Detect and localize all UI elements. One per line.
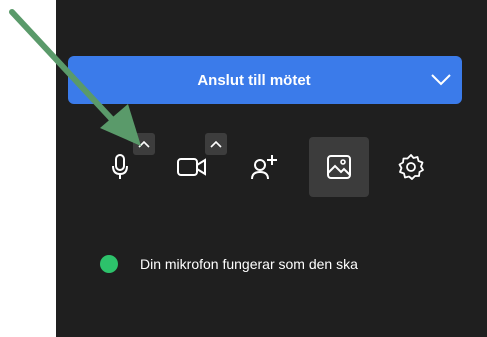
background-effects-button[interactable] <box>309 137 369 197</box>
chevron-up-icon <box>138 140 150 148</box>
join-meeting-button[interactable]: Anslut till mötet <box>68 56 462 104</box>
background-image-icon <box>327 155 351 179</box>
camera-options-caret[interactable] <box>205 133 227 155</box>
add-participant-button[interactable] <box>235 137 295 197</box>
join-meeting-label: Anslut till mötet <box>197 71 311 89</box>
camera-icon <box>177 158 206 176</box>
add-person-icon <box>251 155 277 180</box>
status-indicator-dot <box>100 255 118 273</box>
chevron-up-icon <box>210 140 222 148</box>
gear-icon <box>398 154 424 180</box>
status-text: Din mikrofon fungerar som den ska <box>140 256 358 272</box>
microphone-status: Din mikrofon fungerar som den ska <box>100 254 358 274</box>
microphone-icon <box>112 154 128 179</box>
microphone-options-caret[interactable] <box>133 133 155 155</box>
chevron-down-icon[interactable] <box>420 56 462 104</box>
settings-button[interactable] <box>381 137 441 197</box>
